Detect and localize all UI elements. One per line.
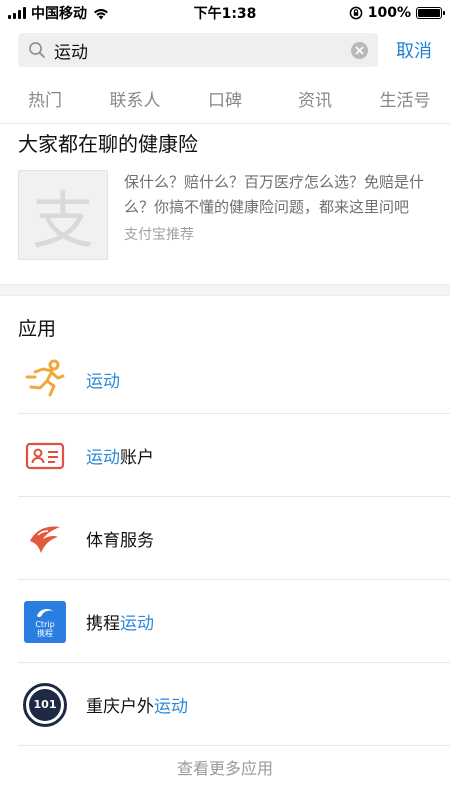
row-divider — [18, 745, 450, 746]
app-item-sports-service[interactable]: 体育服务 — [0, 497, 450, 580]
app-label: 携程运动 — [86, 614, 154, 634]
apps-heading: 应用 — [18, 318, 57, 340]
search-icon — [29, 42, 45, 58]
app-label: 重庆户外运动 — [86, 697, 188, 717]
app-label: 运动账户 — [86, 448, 154, 468]
status-left: 中国移动 — [8, 3, 110, 23]
app-label: 运动 — [86, 371, 120, 392]
tab-hot[interactable]: 热门 — [0, 86, 90, 111]
app-item-sports-account[interactable]: 运动账户 — [0, 414, 450, 497]
app-label: 体育服务 — [86, 531, 154, 551]
view-more-apps-link[interactable]: 查看更多应用 — [0, 746, 450, 792]
clear-search-button[interactable] — [351, 41, 368, 59]
status-right: 100% — [349, 5, 445, 21]
article-description: 保什么？赔什么？百万医疗怎么选？免赔是什么？你搞不懂的健康险问题，都来这里问吧 — [124, 173, 425, 216]
tab-life-accounts[interactable]: 生活号 — [360, 86, 450, 111]
article-source: 支付宝推荐 — [124, 227, 194, 243]
search-row: 运动 取消 — [0, 26, 450, 74]
app-item-sports[interactable]: 运动 — [0, 344, 450, 414]
article-text: 保什么？赔什么？百万医疗怎么选？免赔是什么？你搞不懂的健康险问题，都来这里问吧 … — [124, 170, 432, 260]
wifi-icon — [94, 8, 108, 19]
rotation-lock-icon — [349, 6, 363, 20]
tab-contacts[interactable]: 联系人 — [90, 86, 180, 111]
cancel-button[interactable]: 取消 — [396, 37, 432, 63]
article-card[interactable]: 大家都在聊的健康险 支 保什么？赔什么？百万医疗怎么选？免赔是什么？你搞不懂的健… — [0, 124, 450, 284]
article-title: 大家都在聊的健康险 — [18, 132, 198, 156]
signal-icon — [8, 7, 26, 19]
category-tabs: 热门 联系人 口碑 资讯 生活号 — [0, 74, 450, 124]
close-icon — [355, 45, 364, 55]
id-card-icon — [25, 442, 65, 469]
section-divider — [0, 284, 450, 296]
alipay-logo-icon: 支 — [31, 184, 94, 257]
tab-koubei[interactable]: 口碑 — [180, 86, 270, 111]
search-query[interactable]: 运动 — [54, 38, 343, 63]
tab-news[interactable]: 资讯 — [270, 86, 360, 111]
outdoor-badge-icon: 101 — [23, 682, 67, 727]
battery-icon — [416, 7, 445, 19]
search-input[interactable]: 运动 — [18, 33, 378, 67]
status-bar: 中国移动 下午1:38 100% — [0, 0, 450, 26]
ctrip-logo-icon: Ctrip 携程 — [24, 600, 66, 643]
article-thumbnail: 支 — [18, 170, 108, 260]
article-body: 支 保什么？赔什么？百万医疗怎么选？免赔是什么？你搞不懂的健康险问题，都来这里问… — [18, 166, 432, 260]
app-item-chongqing-outdoor[interactable]: 101 重庆户外运动 — [0, 663, 450, 746]
battery-percent: 100% — [367, 5, 411, 21]
running-person-icon — [25, 359, 65, 397]
carrier-label: 中国移动 — [31, 6, 87, 22]
app-item-ctrip-sports[interactable]: Ctrip 携程 携程运动 — [0, 580, 450, 663]
sports-service-icon — [30, 526, 60, 553]
